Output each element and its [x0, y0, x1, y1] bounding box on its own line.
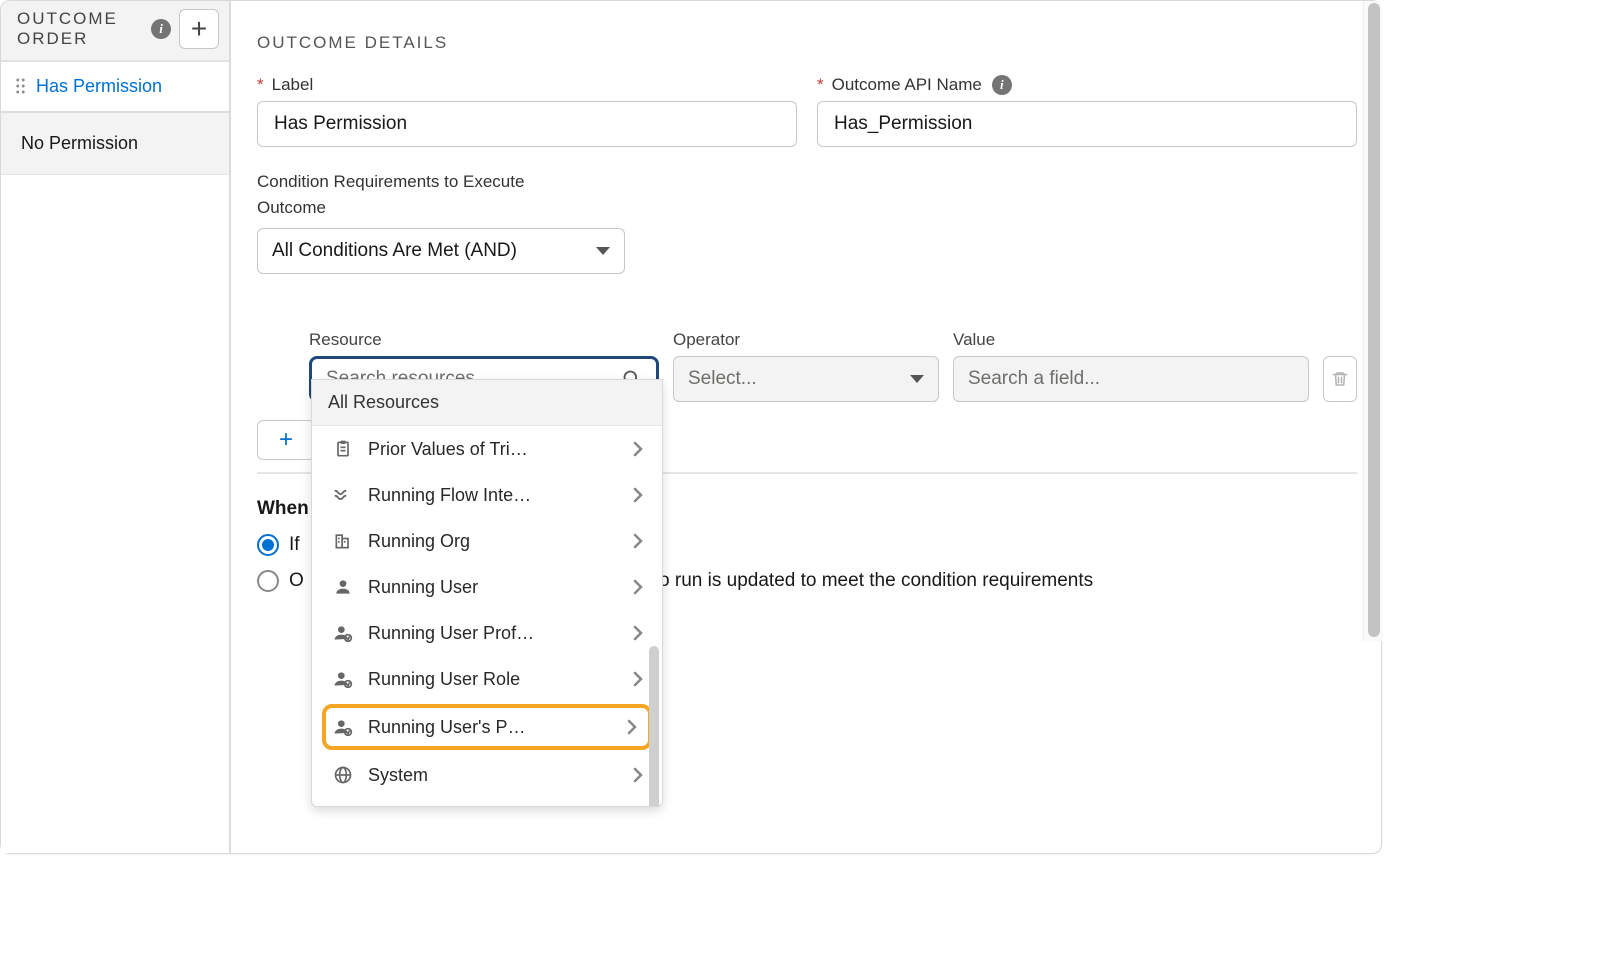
resource-dropdown: All Resources Prior Values of Tri… Runn: [311, 379, 663, 807]
radio-icon: [257, 570, 279, 592]
operator-column-label: Operator: [673, 330, 939, 350]
condition-requirements-value: All Conditions Are Met (AND): [272, 240, 517, 262]
dropdown-header: All Resources: [312, 380, 662, 426]
add-condition-button[interactable]: +: [257, 420, 315, 460]
dropdown-item-prior-values[interactable]: Prior Values of Tri…: [312, 426, 662, 472]
radio-label-tail: to run is updated to meet the condition …: [654, 570, 1093, 592]
dropdown-scrollbar[interactable]: [649, 646, 659, 806]
globe-icon: [332, 764, 354, 786]
label-input[interactable]: [257, 101, 797, 147]
chevron-down-icon: [910, 375, 924, 383]
outcome-item-has-permission[interactable]: Has Permission: [1, 62, 229, 113]
value-placeholder: Search a field...: [968, 368, 1100, 390]
info-icon[interactable]: i: [992, 75, 1012, 95]
required-marker: *: [817, 75, 824, 95]
outcome-item-no-permission[interactable]: No Permission: [1, 113, 229, 175]
value-combobox[interactable]: Search a field...: [953, 356, 1309, 402]
outcome-sidebar: OUTCOME ORDER i + Has Permission No Perm…: [1, 1, 231, 853]
chevron-right-icon: [632, 578, 644, 596]
user-check-icon: [332, 716, 354, 738]
dropdown-item-running-flow[interactable]: Running Flow Inte…: [312, 472, 662, 518]
dropdown-list: Prior Values of Tri… Running Flow Inte…: [312, 426, 662, 806]
operator-placeholder: Select...: [688, 368, 757, 390]
chevron-down-icon: [596, 247, 610, 255]
dropdown-item-running-user-profile[interactable]: Running User Prof…: [312, 610, 662, 656]
delete-condition-button[interactable]: [1323, 356, 1357, 402]
api-name-field-label: * Outcome API Name i: [817, 75, 1357, 95]
clipboard-icon: [332, 438, 354, 460]
radio-icon: [257, 534, 279, 556]
dropdown-item-label: Running Org: [368, 531, 618, 552]
chevron-right-icon: [632, 532, 644, 550]
dropdown-item-system[interactable]: System: [312, 752, 662, 798]
plus-icon: +: [279, 428, 293, 452]
condition-requirements-label: Condition Requirements to Execute Outcom…: [257, 169, 577, 220]
user-check-icon: [332, 668, 354, 690]
info-icon[interactable]: i: [151, 19, 171, 39]
api-name-input[interactable]: [817, 101, 1357, 147]
dropdown-item-label: Running User Prof…: [368, 623, 618, 644]
radio-label: If: [289, 534, 300, 556]
label-field-label: * Label: [257, 75, 797, 95]
flow-icon: [332, 484, 354, 506]
operator-select[interactable]: Select...: [673, 356, 939, 402]
outcome-item-label: No Permission: [21, 133, 138, 154]
radio-label: O: [289, 570, 304, 592]
editor-frame: OUTCOME ORDER i + Has Permission No Perm…: [0, 0, 1382, 854]
scrollbar-track[interactable]: [1363, 1, 1383, 641]
dropdown-item-running-org[interactable]: Running Org: [312, 518, 662, 564]
section-title: OUTCOME DETAILS: [257, 33, 1357, 53]
dropdown-item-running-user[interactable]: Running User: [312, 564, 662, 610]
chevron-right-icon: [632, 486, 644, 504]
required-marker: *: [257, 75, 264, 95]
drag-handle-icon[interactable]: [15, 77, 26, 95]
add-outcome-button[interactable]: +: [179, 9, 219, 49]
scrollbar-thumb[interactable]: [1368, 3, 1380, 637]
dropdown-item-label: Running User's P…: [368, 717, 612, 738]
dropdown-item-label: System: [368, 765, 618, 786]
sidebar-header: OUTCOME ORDER i +: [1, 1, 229, 62]
dropdown-item-label: Running Flow Inte…: [368, 485, 618, 506]
chevron-right-icon: [632, 440, 644, 458]
user-check-icon: [332, 622, 354, 644]
sidebar-title: OUTCOME ORDER: [17, 9, 143, 50]
chevron-right-icon: [626, 718, 638, 736]
user-icon: [332, 576, 354, 598]
chevron-right-icon: [632, 766, 644, 784]
chevron-right-icon: [632, 670, 644, 688]
chevron-right-icon: [632, 624, 644, 642]
building-icon: [332, 530, 354, 552]
resource-column-label: Resource: [309, 330, 659, 350]
value-column-label: Value: [953, 330, 1309, 350]
dropdown-item-label: Prior Values of Tri…: [368, 439, 618, 460]
dropdown-item-label: Running User Role: [368, 669, 618, 690]
dropdown-item-label: Running User: [368, 577, 618, 598]
dropdown-item-running-user-role[interactable]: Running User Role: [312, 656, 662, 702]
dropdown-item-running-user-permission[interactable]: Running User's P…: [322, 704, 652, 750]
condition-requirements-select[interactable]: All Conditions Are Met (AND): [257, 228, 625, 274]
outcome-item-label: Has Permission: [36, 76, 162, 97]
